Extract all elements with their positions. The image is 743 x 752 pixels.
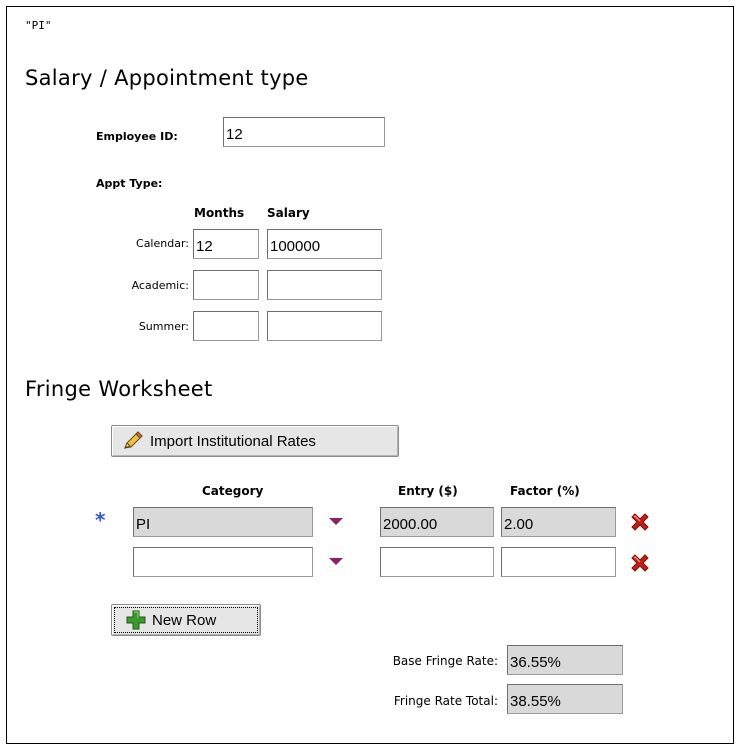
summer-salary-field[interactable] bbox=[267, 311, 382, 341]
academic-months-field[interactable] bbox=[193, 270, 259, 300]
summer-months-field[interactable] bbox=[193, 311, 259, 341]
calendar-salary-field[interactable] bbox=[267, 229, 382, 259]
employee-id-field[interactable] bbox=[223, 117, 385, 147]
salary-heading: Salary / Appointment type bbox=[25, 66, 309, 90]
entry-field-row2[interactable] bbox=[380, 547, 494, 577]
delete-row-icon[interactable] bbox=[628, 510, 652, 534]
add-icon bbox=[126, 610, 146, 630]
new-row-button[interactable]: New Row bbox=[111, 604, 261, 636]
delete-row-icon[interactable] bbox=[628, 551, 652, 575]
entry-column-header: Entry ($) bbox=[398, 484, 458, 498]
import-rates-label: Import Institutional Rates bbox=[150, 432, 316, 450]
import-rates-button[interactable]: Import Institutional Rates bbox=[111, 425, 399, 457]
factor-field-row2[interactable] bbox=[501, 547, 616, 577]
dropdown-arrow-icon bbox=[329, 558, 343, 565]
calendar-months-field[interactable] bbox=[193, 229, 259, 259]
salary-column-header: Salary bbox=[267, 206, 310, 220]
factor-field-row1[interactable] bbox=[501, 507, 616, 537]
fringe-rate-total-label: Fringe Rate Total: bbox=[393, 694, 498, 708]
dropdown-arrow-icon bbox=[329, 518, 343, 525]
fringe-heading: Fringe Worksheet bbox=[25, 377, 213, 401]
factor-column-header: Factor (%) bbox=[510, 484, 580, 498]
pencil-icon bbox=[122, 431, 144, 451]
pi-code-label: "PI" bbox=[25, 19, 52, 32]
academic-label: Academic: bbox=[131, 279, 189, 292]
new-row-label: New Row bbox=[152, 611, 217, 629]
fringe-rate-total-field bbox=[507, 684, 623, 714]
calendar-label: Calendar: bbox=[136, 237, 189, 250]
base-fringe-rate-field bbox=[507, 645, 623, 675]
months-column-header: Months bbox=[194, 206, 245, 220]
category-dropdown-row1[interactable] bbox=[329, 518, 345, 530]
entry-field-row1[interactable] bbox=[380, 507, 494, 537]
required-asterisk: * bbox=[95, 508, 106, 532]
summer-label: Summer: bbox=[138, 320, 189, 333]
base-fringe-rate-label: Base Fringe Rate: bbox=[392, 654, 498, 668]
appt-type-label: Appt Type: bbox=[96, 177, 163, 190]
category-field-row1[interactable] bbox=[133, 507, 313, 537]
employee-id-label: Employee ID: bbox=[96, 130, 178, 143]
category-column-header: Category bbox=[202, 484, 264, 498]
category-field-row2[interactable] bbox=[133, 547, 313, 577]
academic-salary-field[interactable] bbox=[267, 270, 382, 300]
category-dropdown-row2[interactable] bbox=[329, 558, 345, 570]
